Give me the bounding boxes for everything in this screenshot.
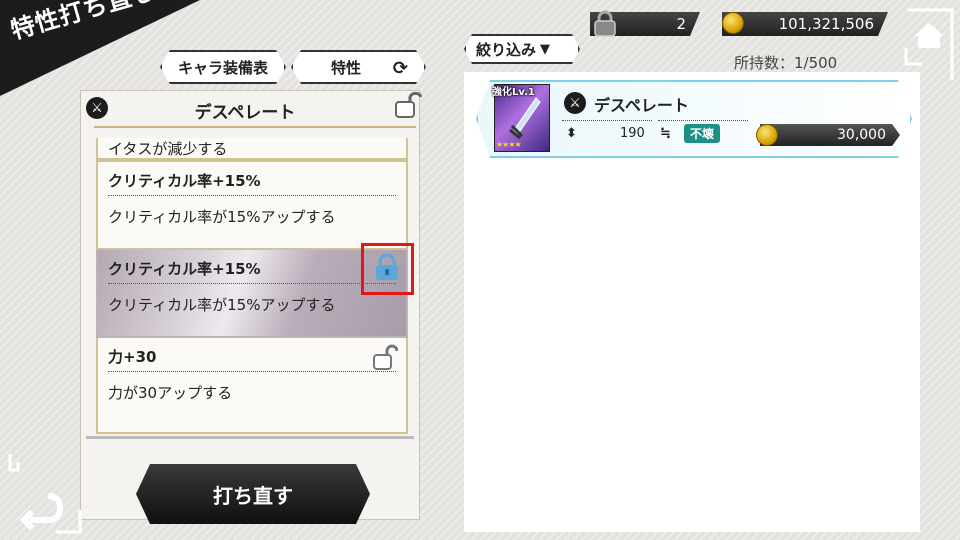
chevron-down-icon: ▼ (540, 41, 551, 57)
enhance-level: 強化Lv.1 (492, 87, 535, 98)
tab-label: 特性 (331, 58, 362, 77)
unlock-icon[interactable] (394, 90, 422, 120)
gold-amount: 101,321,506 (778, 15, 874, 33)
tab-trait[interactable]: 特性 ⟳ (291, 50, 426, 84)
filter-button[interactable]: 絞り込み ▼ (464, 34, 580, 64)
owned-count: 所持数：1/500 (734, 54, 838, 72)
back-button[interactable] (8, 454, 82, 534)
tab-label: キャラ装備表 (177, 58, 268, 77)
trait-item[interactable]: 力+30 力が30アップする (96, 338, 408, 434)
trait-name: クリティカル率+15% (108, 258, 396, 284)
divider (658, 120, 748, 121)
key-count: 2 (676, 15, 686, 33)
home-button[interactable] (904, 8, 954, 82)
attack-value: 190 (620, 126, 645, 141)
item-name: デスペレート (594, 96, 689, 115)
trait-name: クリティカル率+15% (108, 170, 396, 196)
divider (562, 120, 652, 121)
durability-icon: ≒ (660, 126, 671, 141)
filter-label: 絞り込み (476, 40, 537, 59)
trait-item[interactable]: クリティカル率+15% クリティカル率が15%アップする (96, 160, 408, 250)
trait-name: 力+30 (108, 346, 396, 372)
trait-item[interactable]: イタスが減少する (96, 138, 408, 160)
trait-description: イタスが減少する (108, 140, 228, 158)
gold-counter: 101,321,506 (722, 12, 888, 36)
price-value: 30,000 (837, 127, 886, 143)
gold-coin-icon (722, 12, 744, 34)
unlock-icon[interactable] (372, 344, 398, 372)
attack-icon: ⬍ (566, 126, 577, 141)
durability-badge: 不壊 (684, 124, 721, 143)
sword-image-icon (509, 97, 541, 140)
trait-description: クリティカル率が15%アップする (108, 296, 336, 314)
divider (94, 126, 416, 128)
gold-coin-icon (756, 124, 778, 146)
price-display: 30,000 (760, 124, 900, 146)
refresh-icon[interactable]: ⟳ (393, 58, 408, 79)
trait-description: クリティカル率が15%アップする (108, 208, 336, 226)
weapon-header: デスペレート (80, 92, 420, 128)
tab-character-equipment[interactable]: キャラ装備表 (160, 50, 286, 84)
rarity-stars: ★★★★ (496, 140, 522, 149)
reroll-button[interactable]: 打ち直す (136, 464, 370, 524)
weapon-name: デスペレート (194, 102, 296, 123)
trait-description: 力が30アップする (108, 384, 233, 402)
divider (86, 436, 414, 439)
sword-icon: ⚔ (564, 92, 586, 114)
selection-highlight (361, 243, 414, 295)
key-lock-icon (594, 10, 616, 37)
